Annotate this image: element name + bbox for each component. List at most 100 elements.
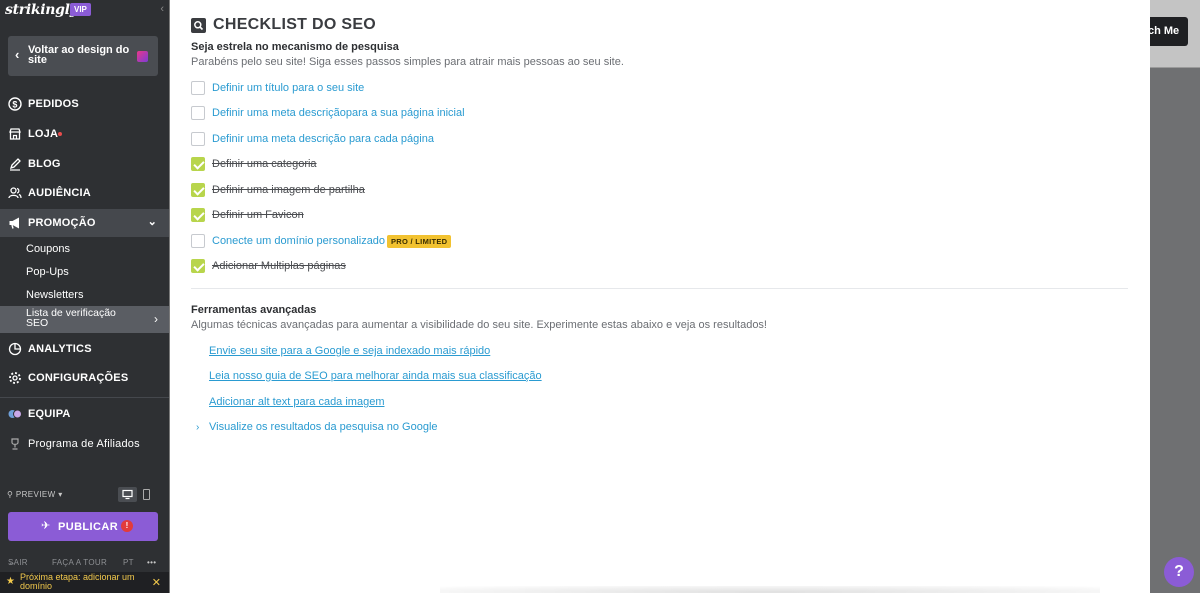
checkbox-checked[interactable] (191, 259, 205, 273)
back-to-design-label: Voltar ao design do site (28, 44, 130, 66)
seo-search-icon (191, 18, 206, 33)
gear-icon (9, 372, 21, 384)
match-me-label: ch Me (1148, 25, 1180, 37)
nav-item-promocao[interactable]: PROMOÇÃO ⌄ (0, 209, 169, 237)
sidebar-divider (0, 397, 169, 398)
nav-item-configuracoes[interactable]: CONFIGURAÇÕES (0, 364, 169, 392)
desktop-icon (122, 489, 133, 500)
checklist-link[interactable]: Definir um título para o seu site (212, 82, 364, 94)
back-to-design-button[interactable]: ‹ Voltar ao design do site (8, 36, 158, 76)
nav-label-promocao: PROMOÇÃO (28, 217, 96, 229)
checkbox-unchecked[interactable] (191, 81, 205, 95)
checklist-done-label: Definir uma categoria (212, 158, 317, 170)
panel-shadow (440, 586, 1100, 593)
preview-dropdown[interactable]: ⚲ PREVIEW ▾ (7, 490, 63, 499)
preview-label: PREVIEW (15, 490, 56, 499)
team-avatars-icon (8, 409, 22, 419)
checkbox-checked[interactable] (191, 157, 205, 171)
nav-label-configuracoes: CONFIGURAÇÕES (28, 372, 129, 384)
site-preview-backdrop (1150, 0, 1200, 593)
checklist-done-label: Definir um Favicon (212, 209, 304, 221)
sidebar-topbar: strikingly VIP ‹ (0, 0, 169, 22)
nav-label-pedidos: PEDIDOS (28, 98, 79, 110)
caret-down-icon: ▾ (58, 490, 63, 499)
sub-item-popups[interactable]: Pop-Ups (26, 266, 69, 278)
nav-item-blog[interactable]: BLOG (0, 150, 169, 178)
nav-label-equipa: EQUIPA (28, 408, 71, 420)
nav-item-equipa[interactable]: EQUIPA (0, 400, 169, 428)
desktop-preview-button[interactable] (118, 487, 137, 502)
help-button[interactable]: ? (1164, 557, 1194, 587)
site-preview-divider (1150, 67, 1200, 68)
store-icon (9, 128, 21, 140)
publish-button[interactable]: ✈ PUBLICAR ! (8, 512, 158, 541)
pen-icon (9, 158, 21, 171)
nav-item-afiliados[interactable]: Programa de Afiliados (0, 430, 169, 458)
strikingly-logo[interactable]: strikingly (5, 2, 78, 18)
mobile-preview-icon[interactable] (143, 489, 150, 500)
sub-item-seo-label: Lista de verificação SEO (26, 307, 116, 329)
nav-label-analytics: ANALYTICS (28, 343, 92, 355)
pro-limited-badge: PRO / LIMITED (387, 235, 452, 248)
sub-item-newsletters[interactable]: Newsletters (26, 289, 83, 301)
warning-icon: ! (121, 520, 133, 532)
nav-item-audiencia[interactable]: AUDIÊNCIA (0, 179, 169, 207)
more-menu-icon[interactable]: ••• (147, 558, 156, 567)
sub-item-coupons[interactable]: Coupons (26, 243, 70, 255)
language-link[interactable]: PT (123, 558, 134, 567)
chevron-right-icon: › (154, 312, 158, 326)
rocket-icon: ✈ (41, 520, 51, 532)
exit-label: SAIR (8, 558, 28, 567)
svg-text:$: $ (12, 100, 17, 110)
tool-link-alt-text[interactable]: Adicionar alt text para cada imagem (209, 396, 384, 408)
dollar-icon: $ (8, 97, 22, 111)
nav-item-pedidos[interactable]: $ PEDIDOS (0, 90, 169, 118)
checkbox-unchecked[interactable] (191, 106, 205, 120)
section-heading-tools: Ferramentas avançadas (191, 304, 317, 316)
sub-item-seo-checklist[interactable]: Lista de verificação SEO › (0, 306, 169, 333)
star-icon: ★ (6, 576, 15, 587)
chevron-down-icon: ⌄ (147, 216, 157, 228)
checklist-link[interactable]: Conecte um domínio personalizado (212, 235, 385, 247)
nav-label-audiencia: AUDIÊNCIA (28, 187, 91, 199)
checkbox-checked[interactable] (191, 183, 205, 197)
sidebar: strikingly VIP ‹ ‹ Voltar ao design do s… (0, 0, 169, 593)
tour-link[interactable]: FAÇA A TOUR (52, 558, 107, 567)
pie-chart-icon (8, 342, 22, 356)
section-heading-search: Seja estrela no mecanismo de pesquisa (191, 41, 399, 53)
nav-label-blog: BLOG (28, 158, 61, 170)
notification-dot (58, 132, 62, 136)
page-title: CHECKLIST DO SEO (213, 16, 377, 33)
vip-badge: VIP (70, 3, 91, 16)
checkbox-checked[interactable] (191, 208, 205, 222)
collapse-sidebar-icon[interactable]: ‹ (160, 3, 164, 15)
next-step-banner[interactable]: ★ Próxima etapa: adicionar um domínio ✕ (0, 572, 169, 593)
checklist-done-label: Adicionar Multiplas páginas (212, 260, 346, 272)
publish-label: PUBLICAR (58, 521, 119, 533)
section-divider (191, 288, 1128, 289)
section-desc-search: Parabéns pelo seu site! Siga esses passo… (191, 56, 624, 68)
google-results-toggle[interactable]: › Visualize os resultados da pesquisa no … (196, 421, 438, 433)
nav-label-afiliados: Programa de Afiliados (28, 438, 140, 450)
checklist-done-label: Definir uma imagem de partilha (212, 184, 365, 196)
nav-item-analytics[interactable]: ANALYTICS (0, 335, 169, 363)
next-step-label: Próxima etapa: adicionar um domínio (20, 572, 135, 591)
checklist-link[interactable]: Definir uma meta descriçãopara a sua pág… (212, 107, 465, 119)
chevron-right-icon: › (196, 422, 200, 433)
megaphone-icon (9, 217, 19, 229)
chevron-left-icon: ‹ (15, 47, 20, 62)
google-results-label: Visualize os resultados da pesquisa no G… (209, 421, 438, 433)
close-icon[interactable]: ✕ (152, 576, 161, 589)
seo-checklist-panel: CHECKLIST DO SEO Seja estrela no mecanis… (170, 0, 1150, 593)
section-desc-tools: Algumas técnicas avançadas para aumentar… (191, 319, 767, 331)
tool-link-google-index[interactable]: Envie seu site para a Google e seja inde… (209, 345, 490, 357)
users-icon (8, 187, 22, 199)
tool-link-seo-guide[interactable]: Leia nosso guia de SEO para melhorar ain… (209, 370, 542, 382)
checklist-link[interactable]: Definir uma meta descrição para cada pág… (212, 133, 434, 145)
nav-item-loja[interactable]: LOJA (0, 120, 169, 148)
checkbox-unchecked[interactable] (191, 132, 205, 146)
app-icon (137, 51, 148, 62)
trophy-icon (11, 438, 19, 450)
checkbox-unchecked[interactable] (191, 234, 205, 248)
search-icon: ⚲ (7, 490, 14, 499)
